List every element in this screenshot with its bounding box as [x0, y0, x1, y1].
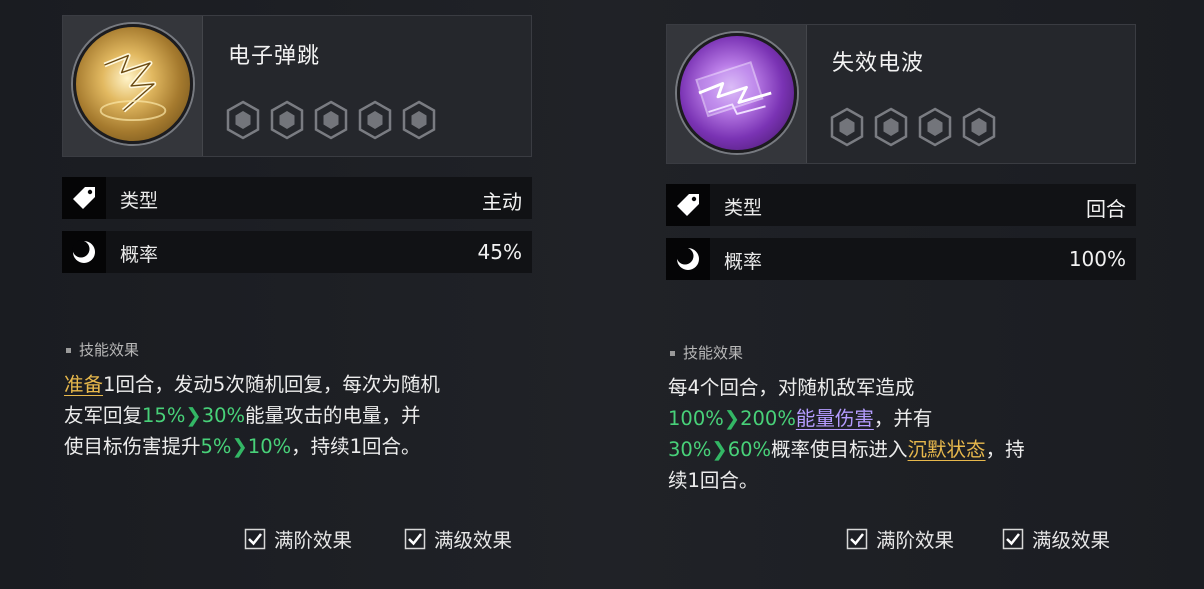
checkbox-icon[interactable] [404, 528, 426, 550]
stat-label: 类型 [120, 190, 159, 212]
stat-label: 概率 [120, 244, 159, 266]
checkbox-icon[interactable] [846, 528, 868, 550]
tag-icon [666, 184, 710, 226]
max-rank-toggle[interactable]: 满阶效果 [846, 524, 954, 553]
stat-value: 45% [477, 240, 522, 264]
keyword-prepare[interactable]: 准备 [64, 373, 103, 396]
skill-icon-frame [667, 25, 807, 163]
skill-name: 电子弹跳 [228, 44, 321, 69]
moon-icon [666, 238, 710, 280]
skill-level-slots [829, 107, 997, 147]
arrow-icon: ❯ [185, 404, 202, 427]
skill-description: 准备1回合，发动5次随机回复，每次为随机 友军回复15%❯30%能量攻击的电量，… [64, 373, 440, 458]
keyword-silence[interactable]: 沉默状态 [908, 438, 986, 461]
arrow-icon: ❯ [723, 407, 741, 430]
checkbox-icon[interactable] [1002, 528, 1024, 550]
skill-card-electron-bounce: 电子弹跳 类型 主动 概率 45% 技能效果 准备1回合，发动5次随机回复，每次… [62, 0, 532, 589]
level-slot-icon [226, 100, 260, 140]
skill-header: 电子弹跳 [62, 15, 532, 157]
stat-row-probability: 概率 100% [666, 238, 1136, 280]
skill-icon-frame [63, 16, 203, 156]
skill-level-slots [225, 100, 437, 140]
stat-value: 100% [1068, 247, 1126, 271]
section-title: 技能效果 [66, 339, 139, 360]
level-slot-icon [830, 107, 864, 147]
section-title: 技能效果 [670, 342, 743, 363]
stat-row-type: 类型 主动 [62, 177, 532, 219]
checkbox-icon[interactable] [244, 528, 266, 550]
stat-label: 类型 [724, 197, 763, 219]
arrow-icon: ❯ [231, 435, 248, 458]
stat-label: 概率 [724, 251, 763, 273]
skill-card-invalid-wave: 失效电波 类型 回合 概率 100% 技能效果 每4个回合，对随机敌军造成 10… [666, 0, 1136, 589]
level-slot-icon [270, 100, 304, 140]
moon-icon [62, 231, 106, 273]
stat-value: 主动 [482, 190, 522, 214]
skill-name: 失效电波 [832, 51, 925, 76]
stat-row-type: 类型 回合 [666, 184, 1136, 226]
level-slot-icon [358, 100, 392, 140]
max-level-toggle[interactable]: 满级效果 [404, 524, 512, 553]
level-slot-icon [874, 107, 908, 147]
level-slot-icon [918, 107, 952, 147]
stat-value: 回合 [1086, 197, 1126, 221]
skill-header: 失效电波 [666, 24, 1136, 164]
level-slot-icon [402, 100, 436, 140]
level-slot-icon [962, 107, 996, 147]
stat-row-probability: 概率 45% [62, 231, 532, 273]
arrow-icon: ❯ [711, 438, 728, 461]
lightning-skill-icon [677, 33, 797, 153]
max-level-toggle[interactable]: 满级效果 [1002, 524, 1110, 553]
keyword-energy-damage[interactable]: 能量伤害 [796, 407, 874, 430]
level-slot-icon [314, 100, 348, 140]
tag-icon [62, 177, 106, 219]
lightning-skill-icon [73, 24, 193, 144]
skill-description: 每4个回合，对随机敌军造成 100%❯200%能量伤害，并有 30%❯60%概率… [668, 376, 1025, 492]
max-rank-toggle[interactable]: 满阶效果 [244, 524, 352, 553]
